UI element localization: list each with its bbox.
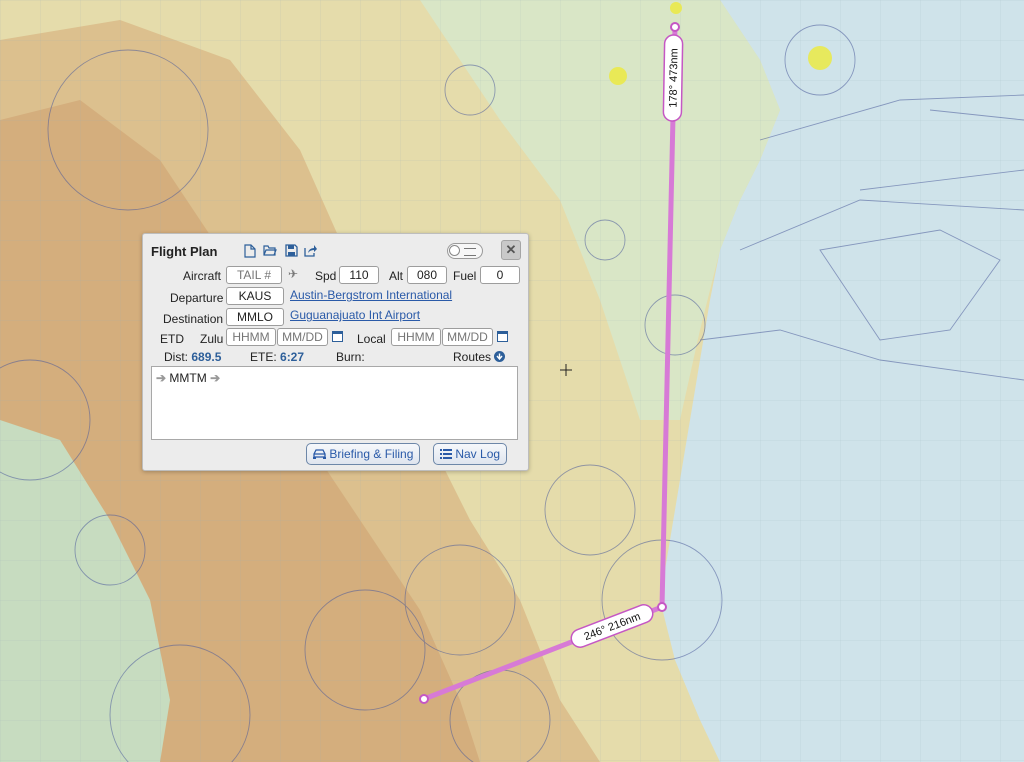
dist-stat: Dist: 689.5 <box>164 350 221 364</box>
aircraft-tail-input[interactable] <box>226 266 282 284</box>
briefing-filing-label: Briefing & Filing <box>329 447 414 461</box>
fuel-input[interactable] <box>480 266 520 284</box>
fuel-label: Fuel <box>453 269 477 283</box>
leg-1-label: 178° 473nm <box>662 34 684 122</box>
close-button[interactable]: ✕ <box>501 240 521 260</box>
dist-value: 689.5 <box>191 350 222 364</box>
ete-stat: ETE: 6:27 <box>250 350 304 364</box>
new-file-icon[interactable] <box>243 244 257 258</box>
waypoint-mmlo[interactable] <box>419 694 429 704</box>
route-arrow-icon: ➔ <box>156 371 167 385</box>
routes-label: Routes <box>453 350 492 364</box>
list-icon <box>440 449 452 459</box>
aircraft-label: Aircraft <box>183 269 222 283</box>
list-icon <box>464 248 476 256</box>
nav-log-button[interactable]: Nav Log <box>433 443 508 465</box>
share-icon[interactable] <box>304 244 318 258</box>
zulu-label: Zulu <box>200 332 224 346</box>
toggle-knob <box>449 245 460 256</box>
circle-arrow-down-icon <box>494 351 506 362</box>
waypoint-mmtm[interactable] <box>657 602 667 612</box>
aircraft-icon[interactable]: ✈ <box>288 267 298 281</box>
leg-1-label-text: 178° 473nm <box>667 48 680 108</box>
departure-airport-link[interactable]: Austin-Bergstrom International <box>290 288 452 302</box>
local-time-input[interactable] <box>391 328 441 346</box>
zulu-calendar-icon[interactable] <box>332 331 343 342</box>
burn-label: Burn: <box>336 350 365 364</box>
spd-label: Spd <box>315 269 337 283</box>
etd-label: ETD <box>160 332 184 346</box>
flight-plan-panel: Flight Plan ✕ Aircraft ✈ Spd Alt Fuel De… <box>142 233 529 471</box>
speed-input[interactable] <box>339 266 379 284</box>
departure-input[interactable] <box>226 287 284 305</box>
route-text-area[interactable]: ➔ MMTM ➔ <box>151 366 518 440</box>
zulu-date-input[interactable] <box>277 328 328 346</box>
local-date-input[interactable] <box>442 328 493 346</box>
destination-input[interactable] <box>226 308 284 326</box>
routes-button[interactable]: Routes <box>453 350 506 364</box>
open-folder-icon[interactable] <box>263 244 277 258</box>
save-icon[interactable] <box>284 244 298 258</box>
waypoint-kaus[interactable] <box>670 22 680 32</box>
destination-label: Destination <box>163 312 224 326</box>
route-entry: ➔ MMTM ➔ <box>156 371 220 385</box>
zulu-time-input[interactable] <box>226 328 276 346</box>
alt-label: Alt <box>389 269 404 283</box>
dist-label: Dist: <box>164 350 188 364</box>
local-calendar-icon[interactable] <box>497 331 508 342</box>
briefing-filing-button[interactable]: Briefing & Filing <box>306 443 421 465</box>
nav-log-label: Nav Log <box>455 447 501 461</box>
ete-label: ETE: <box>250 350 277 364</box>
local-label: Local <box>357 332 386 346</box>
destination-airport-link[interactable]: Guguanajuato Int Airport <box>290 308 420 322</box>
departure-label: Departure <box>170 291 224 305</box>
car-icon <box>313 449 326 459</box>
panel-title: Flight Plan <box>151 244 218 259</box>
altitude-input[interactable] <box>407 266 447 284</box>
map-toggle-switch[interactable] <box>447 243 483 259</box>
ete-value: 6:27 <box>280 350 305 364</box>
route-waypoint[interactable]: MMTM <box>169 371 206 385</box>
route-arrow-icon: ➔ <box>210 371 221 385</box>
